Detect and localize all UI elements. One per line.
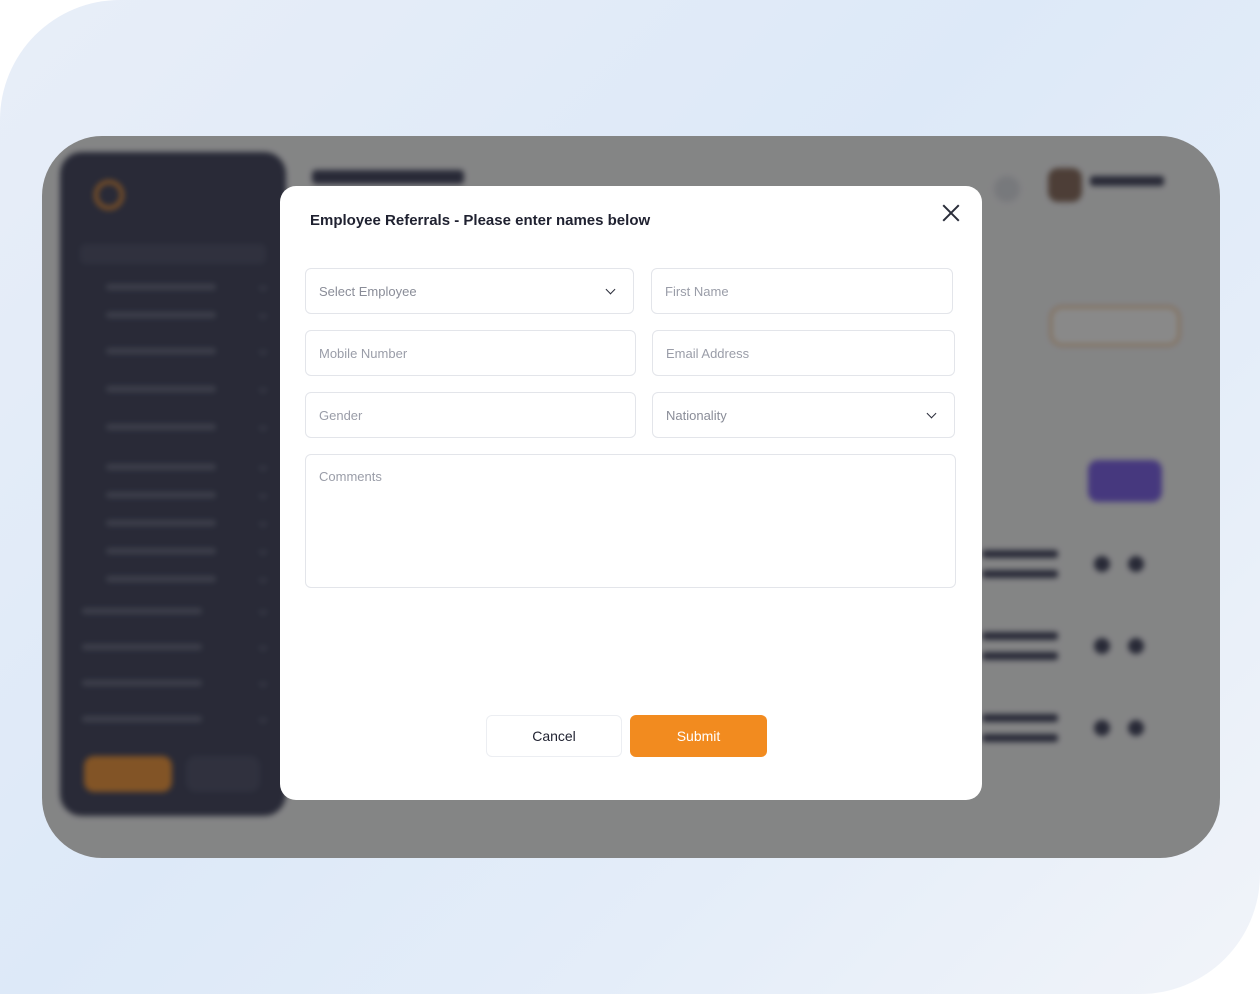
gender-field[interactable] [305,392,636,438]
chevron-down-icon [605,284,616,294]
comments-textarea[interactable] [319,469,942,587]
first-name-field[interactable] [651,268,953,314]
chevron-down-icon [926,408,937,418]
employee-referral-modal: Employee Referrals - Please enter names … [280,186,982,800]
comments-field[interactable] [305,454,956,588]
nationality-dropdown[interactable]: Nationality [652,392,955,438]
mobile-number-input[interactable] [319,345,622,361]
email-address-input[interactable] [666,345,941,361]
select-employee-placeholder: Select Employee [319,283,417,299]
gender-input[interactable] [319,407,622,423]
email-address-field[interactable] [652,330,955,376]
first-name-input[interactable] [665,283,939,299]
mobile-number-field[interactable] [305,330,636,376]
close-icon[interactable] [940,202,962,224]
modal-title: Employee Referrals - Please enter names … [310,212,651,229]
select-employee-dropdown[interactable]: Select Employee [305,268,634,314]
cancel-button[interactable]: Cancel [486,715,622,757]
submit-button[interactable]: Submit [630,715,767,757]
nationality-placeholder: Nationality [666,407,727,423]
